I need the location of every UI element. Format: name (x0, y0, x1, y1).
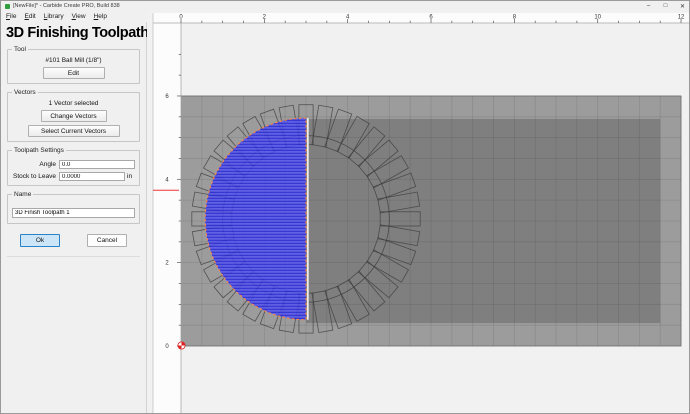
vectors-status: 1 Vector selected (12, 100, 135, 107)
name-group: Name (7, 194, 140, 224)
svg-text:10: 10 (594, 15, 601, 21)
window-title: [NewFile]* - Carbide Create PRO, Build 8… (13, 3, 640, 9)
tool-group-label: Tool (12, 46, 28, 53)
toolpath-dialog-panel: 3D Finishing Toolpath Tool #101 Ball Mil… (1, 22, 147, 414)
toolpath-settings-group: Toolpath Settings Angle Stock to Leave i… (7, 150, 140, 186)
select-current-vectors-button[interactable]: Select Current Vectors (28, 125, 120, 137)
ok-button[interactable]: Ok (20, 234, 60, 247)
design-canvas[interactable]: 0246810126420 (147, 11, 690, 414)
dialog-button-row: Ok Cancel (7, 234, 140, 247)
minimize-button[interactable]: – (640, 1, 657, 11)
stock-to-leave-input[interactable] (59, 172, 125, 181)
menu-help[interactable]: Help (94, 13, 107, 20)
tool-name: #101 Ball Mill (1/8") (12, 57, 135, 64)
tool-group: Tool #101 Ball Mill (1/8") Edit (7, 49, 140, 84)
vectors-group-label: Vectors (12, 89, 38, 96)
stock-to-leave-label: Stock to Leave (12, 173, 56, 180)
cancel-button[interactable]: Cancel (87, 234, 127, 247)
vectors-group: Vectors 1 Vector selected Change Vectors… (7, 92, 140, 142)
angle-input[interactable] (59, 160, 135, 169)
maximize-button[interactable]: □ (657, 1, 674, 11)
title-bar: [NewFile]* - Carbide Create PRO, Build 8… (1, 1, 690, 11)
page-title: 3D Finishing Toolpath (6, 25, 146, 41)
angle-label: Angle (12, 161, 56, 168)
change-vectors-button[interactable]: Change Vectors (41, 110, 107, 122)
panel-divider (7, 256, 140, 257)
toolpath-name-input[interactable] (12, 208, 135, 218)
close-button[interactable]: ✕ (674, 1, 690, 11)
app-icon (5, 4, 10, 9)
name-group-label: Name (12, 191, 33, 198)
svg-text:12: 12 (678, 15, 685, 21)
angle-row: Angle (12, 160, 135, 169)
ruler-top (153, 13, 690, 23)
ruler-cursor-marker (153, 190, 179, 191)
menu-library[interactable]: Library (44, 13, 64, 20)
ruler-left (153, 23, 181, 414)
app-window: [NewFile]* - Carbide Create PRO, Build 8… (0, 0, 690, 414)
toolpath-settings-label: Toolpath Settings (12, 147, 66, 154)
window-controls: – □ ✕ (640, 1, 690, 11)
menu-bar: File Edit Library View Help (1, 11, 107, 22)
dialog-body: Tool #101 Ball Mill (1/8") Edit Vectors … (1, 49, 146, 257)
menu-file[interactable]: File (6, 13, 17, 20)
stock-unit-label: in (127, 173, 135, 180)
menu-edit[interactable]: Edit (25, 13, 36, 20)
menu-view[interactable]: View (72, 13, 86, 20)
stock-to-leave-row: Stock to Leave in (12, 172, 135, 181)
origin-marker (178, 342, 185, 349)
edit-tool-button[interactable]: Edit (43, 67, 105, 79)
